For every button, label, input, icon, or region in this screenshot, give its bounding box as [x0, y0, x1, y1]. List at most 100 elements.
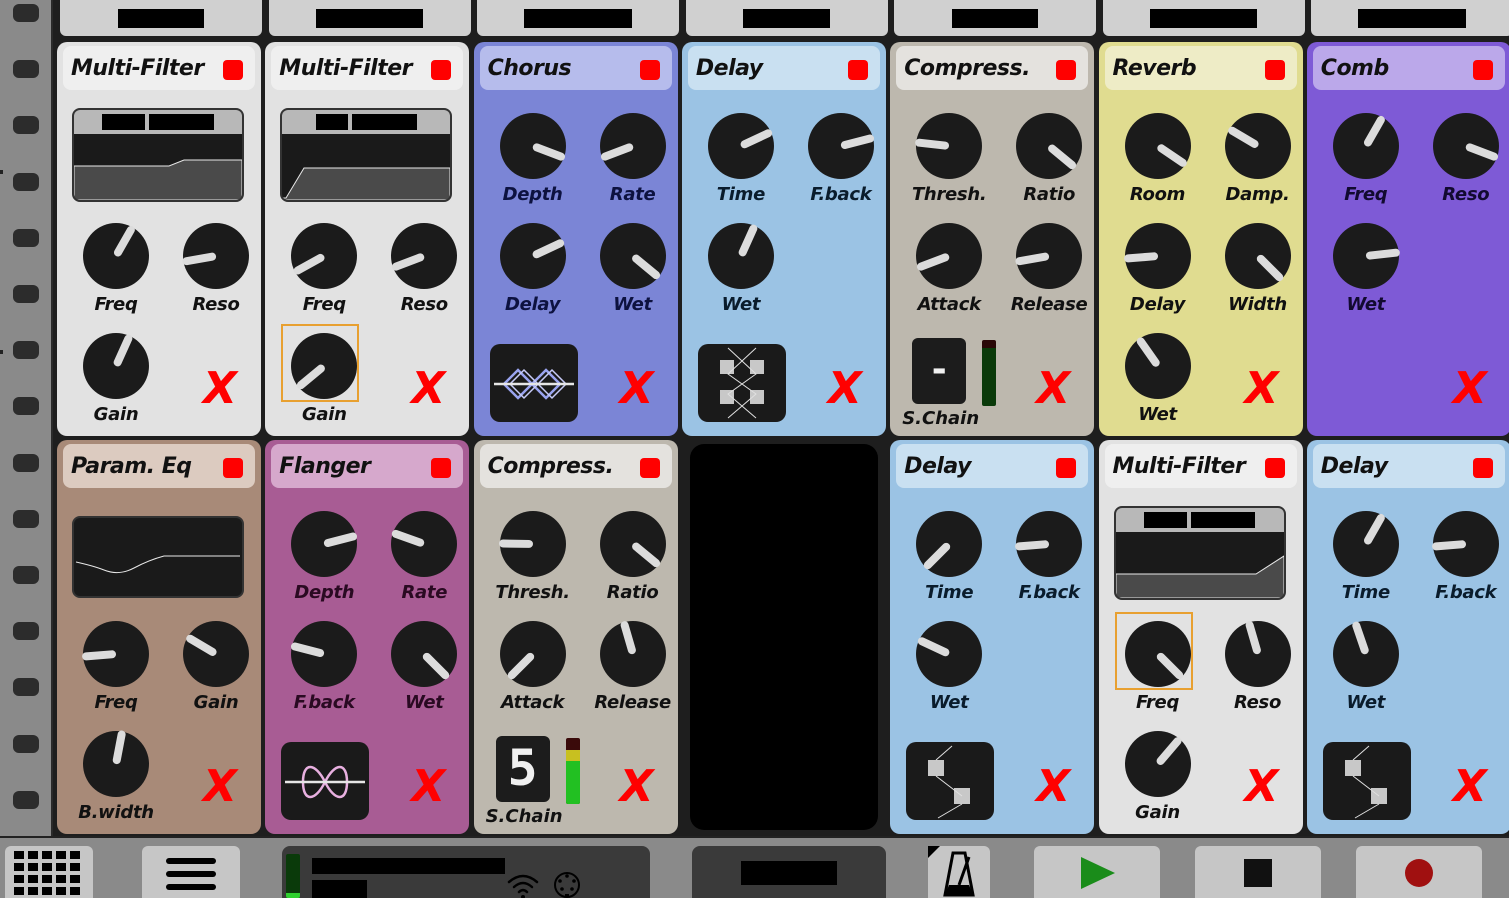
grid-view-button[interactable] — [5, 846, 93, 898]
bypass-toggle-button[interactable] — [431, 60, 452, 80]
remove-effect-button[interactable]: X — [1451, 765, 1489, 809]
knob-release[interactable]: Release — [1008, 222, 1088, 322]
effect-header[interactable]: Comb — [1312, 46, 1505, 90]
knob-wet[interactable]: Wet — [592, 222, 672, 322]
modulation-mode-button[interactable] — [489, 344, 578, 422]
knob-ratio[interactable]: Ratio — [592, 510, 672, 610]
knob-dial[interactable] — [599, 510, 667, 578]
channel-tab-2[interactable]: ██████████ — [268, 0, 471, 36]
knob-dial[interactable] — [182, 222, 250, 290]
metronome-button[interactable] — [928, 846, 990, 898]
filter-display[interactable]: ██████████ — [72, 108, 244, 202]
bypass-toggle-button[interactable] — [1472, 60, 1493, 80]
knob-dial[interactable] — [290, 222, 358, 290]
knob-delay[interactable]: Delay — [1117, 222, 1197, 322]
remove-effect-button[interactable]: X — [201, 367, 239, 411]
knob-dial[interactable] — [1332, 112, 1400, 180]
knob-time[interactable]: Time — [700, 112, 780, 212]
knob-dial[interactable] — [499, 112, 567, 180]
song-button[interactable]: ███████ — [692, 846, 886, 898]
knob-fback[interactable]: F.back — [1008, 510, 1088, 610]
knob-dial[interactable] — [1224, 620, 1292, 688]
track-slot-6[interactable] — [13, 285, 39, 303]
remove-effect-button[interactable]: X — [201, 765, 239, 809]
track-slot-8[interactable] — [13, 397, 39, 416]
knob-dial[interactable] — [599, 620, 667, 688]
effect-header[interactable]: Multi-Filter — [271, 46, 464, 90]
knob-gain[interactable]: Gain — [175, 620, 255, 720]
remove-effect-button[interactable]: X — [618, 765, 656, 809]
knob-fback[interactable]: F.back — [283, 620, 363, 720]
knob-freq[interactable]: Freq — [283, 222, 363, 322]
remove-effect-button[interactable]: X — [1034, 765, 1072, 809]
knob-dial[interactable] — [599, 222, 667, 290]
knob-damp[interactable]: Damp. — [1217, 112, 1297, 212]
delay-mode-button[interactable] — [697, 344, 786, 422]
delay-mode-button[interactable] — [906, 742, 995, 820]
remove-effect-button[interactable]: X — [618, 367, 656, 411]
bypass-toggle-button[interactable] — [431, 458, 452, 478]
remove-effect-button[interactable]: X — [826, 367, 864, 411]
remove-effect-button[interactable]: X — [1243, 367, 1281, 411]
knob-dial[interactable] — [915, 510, 983, 578]
bypass-toggle-button[interactable] — [1472, 458, 1493, 478]
knob-dial[interactable] — [82, 222, 150, 290]
effect-header[interactable]: Delay — [687, 46, 880, 90]
track-slot-10[interactable] — [13, 509, 39, 528]
bypass-toggle-button[interactable] — [847, 60, 868, 80]
knob-time[interactable]: Time — [908, 510, 988, 610]
knob-dial[interactable] — [1332, 510, 1400, 578]
knob-dial[interactable] — [390, 222, 458, 290]
channel-tab-6[interactable]: ██████████ — [1102, 0, 1305, 36]
filter-type-selector[interactable]: ██████████ — [1115, 508, 1284, 532]
stop-button[interactable] — [1195, 846, 1321, 898]
knob-dial[interactable] — [1332, 222, 1400, 290]
knob-dial[interactable] — [290, 332, 358, 400]
knob-gain[interactable]: Gain — [1117, 730, 1197, 830]
knob-dial[interactable] — [1124, 332, 1192, 400]
knob-dial[interactable] — [1124, 620, 1192, 688]
knob-wet[interactable]: Wet — [700, 222, 780, 322]
knob-dial[interactable] — [290, 510, 358, 578]
track-slot-5[interactable] — [13, 228, 39, 247]
knob-time[interactable]: Time — [1325, 510, 1405, 610]
track-slot-7[interactable] — [13, 341, 39, 360]
knob-reso[interactable]: Reso — [175, 222, 255, 322]
effect-header[interactable]: Chorus — [479, 46, 672, 90]
knob-dial[interactable] — [499, 222, 567, 290]
knob-dial[interactable] — [1224, 222, 1292, 290]
knob-attack[interactable]: Attack — [492, 620, 572, 720]
knob-wet[interactable]: Wet — [908, 620, 988, 720]
knob-width[interactable]: Width — [1217, 222, 1297, 322]
track-slot-14[interactable] — [13, 734, 39, 753]
knob-dial[interactable] — [807, 112, 875, 180]
knob-gain[interactable]: Gain — [75, 332, 155, 432]
knob-wet[interactable]: Wet — [1117, 332, 1197, 432]
knob-dial[interactable] — [1124, 112, 1192, 180]
knob-dial[interactable] — [915, 112, 983, 180]
effect-header[interactable]: Delay — [896, 444, 1089, 488]
bypass-toggle-button[interactable] — [1056, 60, 1077, 80]
track-slot-2[interactable] — [13, 60, 39, 79]
filter-display[interactable]: ██████████ — [1113, 506, 1286, 600]
effect-header[interactable]: Compress. — [896, 46, 1089, 90]
effect-header[interactable]: Multi-Filter — [1104, 444, 1297, 488]
knob-reso[interactable]: Reso — [1217, 620, 1297, 720]
knob-dial[interactable] — [1332, 620, 1400, 688]
knob-bwidth[interactable]: B.width — [75, 730, 155, 830]
knob-dial[interactable] — [182, 620, 250, 688]
knob-ratio[interactable]: Ratio — [1008, 112, 1088, 212]
channel-tab-4[interactable]: ████████ — [685, 0, 888, 36]
knob-dial[interactable] — [498, 510, 567, 578]
effect-header[interactable]: Flanger — [271, 444, 464, 488]
channel-tab-3[interactable]: ██████████ — [477, 0, 679, 36]
knob-dial[interactable] — [1431, 510, 1500, 578]
effect-header[interactable]: Multi-Filter — [63, 46, 255, 90]
knob-dial[interactable] — [1124, 730, 1192, 798]
remove-effect-button[interactable]: X — [409, 367, 447, 411]
knob-depth[interactable]: Depth — [492, 112, 572, 212]
effect-header[interactable]: Delay — [1312, 444, 1505, 488]
knob-release[interactable]: Release — [592, 620, 672, 720]
track-slot-3[interactable] — [13, 116, 39, 135]
knob-rate[interactable]: Rate — [592, 112, 672, 212]
